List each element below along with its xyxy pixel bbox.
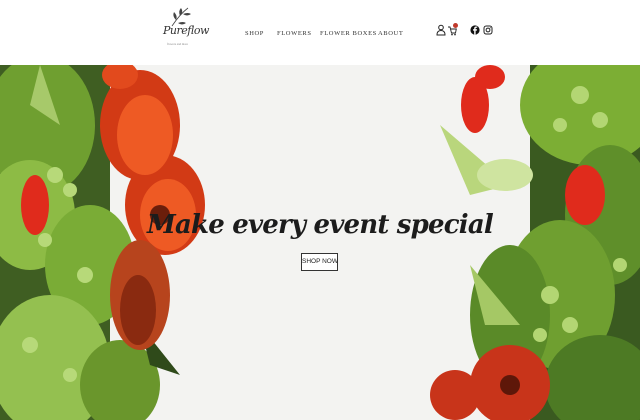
brand-name: Pureflow <box>163 24 209 37</box>
site-header: Pureflow flowers and more SHOP FLOWERS F… <box>0 0 640 65</box>
nav-shop[interactable]: SHOP <box>245 30 264 37</box>
nav-flower-boxes[interactable]: FLOWER BOXES <box>320 30 377 37</box>
hero-headline: Make every event special <box>146 210 494 240</box>
flower-bouquet-left-image <box>0 65 205 420</box>
brand-logo[interactable]: Pureflow flowers and more <box>158 6 209 50</box>
nav-about[interactable]: ABOUT <box>378 30 403 37</box>
instagram-icon[interactable] <box>483 24 493 36</box>
hero-banner: Make every event special SHOP NOW <box>0 65 640 420</box>
cart-count-badge <box>453 23 458 28</box>
user-icon[interactable] <box>436 24 446 36</box>
flower-bouquet-right-image <box>430 65 640 420</box>
brand-tagline: flowers and more <box>167 42 188 46</box>
nav-flowers[interactable]: FLOWERS <box>277 30 312 37</box>
shop-now-button[interactable]: SHOP NOW <box>301 253 338 271</box>
facebook-icon[interactable] <box>470 24 480 36</box>
